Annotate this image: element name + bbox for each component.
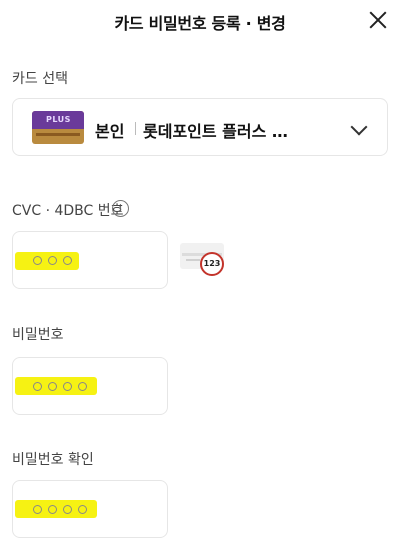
cvc-label: CVC · 4DBC 번호 <box>12 203 124 219</box>
cvc-hint-number: 123 <box>200 252 224 276</box>
cvc-dots <box>33 256 72 265</box>
password-dot <box>63 382 72 391</box>
password-input[interactable] <box>12 357 168 415</box>
password-dot <box>63 505 72 514</box>
page-title: 카드 비밀번호 등록 · 변경 <box>114 14 286 33</box>
divider <box>135 122 136 135</box>
password-dot <box>33 256 42 265</box>
chevron-down-icon <box>350 118 368 136</box>
close-icon[interactable] <box>366 8 390 32</box>
password-dot <box>48 256 57 265</box>
password-dot <box>33 505 42 514</box>
card-name-label: 롯데포인트 플러스 … <box>143 122 288 141</box>
card-owner-label: 본인 <box>95 122 125 141</box>
card-image: PLUS <box>32 111 84 144</box>
password-dots <box>33 382 87 391</box>
card-select-dropdown[interactable]: PLUS 본인 롯데포인트 플러스 … <box>12 98 388 156</box>
cvc-input[interactable] <box>12 231 168 289</box>
password-dot <box>33 382 42 391</box>
password-confirm-input[interactable] <box>12 480 168 538</box>
password-confirm-label: 비밀번호 확인 <box>12 452 94 468</box>
password-dot <box>78 382 87 391</box>
password-dot <box>63 256 72 265</box>
password-label: 비밀번호 <box>12 327 64 343</box>
info-icon[interactable]: i <box>112 200 129 217</box>
password-dot <box>48 505 57 514</box>
card-image-text: PLUS <box>46 115 71 124</box>
header: 카드 비밀번호 등록 · 변경 <box>0 0 400 44</box>
password-dot <box>48 382 57 391</box>
password-dot <box>78 505 87 514</box>
card-select-label: 카드 선택 <box>12 71 68 87</box>
password-confirm-dots <box>33 505 87 514</box>
